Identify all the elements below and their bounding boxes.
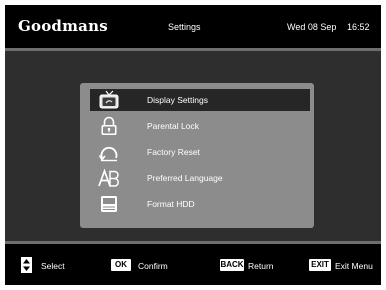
- reset-icon: [98, 142, 120, 162]
- select-hint: Select: [41, 261, 65, 271]
- header-bar: Goodmans Settings Wed 08 Sep 16:52: [5, 5, 381, 49]
- menu-item-label: Factory Reset: [147, 147, 200, 157]
- menu-item-label: Preferred Language: [147, 173, 223, 183]
- up-down-arrows-icon: [21, 257, 32, 273]
- back-key: BACK: [220, 259, 244, 271]
- menu-item-format-hdd[interactable]: Format HDD: [90, 193, 310, 215]
- hard-drive-icon: [98, 194, 120, 214]
- menu-item-factory-reset[interactable]: Factory Reset: [90, 141, 310, 163]
- settings-menu: Display Settings Parental Lock Factory R…: [80, 83, 314, 228]
- menu-item-label: Parental Lock: [147, 121, 199, 131]
- content-area: Display Settings Parental Lock Factory R…: [5, 51, 381, 241]
- tv-screen: Goodmans Settings Wed 08 Sep 16:52 Displ…: [5, 5, 381, 285]
- return-hint: Return: [248, 261, 274, 271]
- exit-key: EXIT: [309, 259, 331, 271]
- clock-display: 16:52: [347, 22, 370, 32]
- menu-item-label: Display Settings: [147, 95, 208, 105]
- confirm-hint: Confirm: [138, 261, 168, 271]
- ok-key: OK: [111, 259, 131, 271]
- page-title: Settings: [168, 22, 201, 32]
- padlock-icon: [98, 116, 120, 136]
- tv-icon: [98, 90, 120, 110]
- language-icon: [98, 168, 120, 188]
- menu-item-display-settings[interactable]: Display Settings: [90, 89, 310, 111]
- menu-item-parental-lock[interactable]: Parental Lock: [90, 115, 310, 137]
- footer-bar: Select OK Confirm BACK Return EXIT Exit …: [5, 244, 381, 285]
- exit-menu-hint: Exit Menu: [335, 261, 373, 271]
- brand-logo: Goodmans: [18, 17, 108, 35]
- menu-item-preferred-language[interactable]: Preferred Language: [90, 167, 310, 189]
- menu-item-label: Format HDD: [147, 199, 195, 209]
- date-display: Wed 08 Sep: [287, 22, 337, 32]
